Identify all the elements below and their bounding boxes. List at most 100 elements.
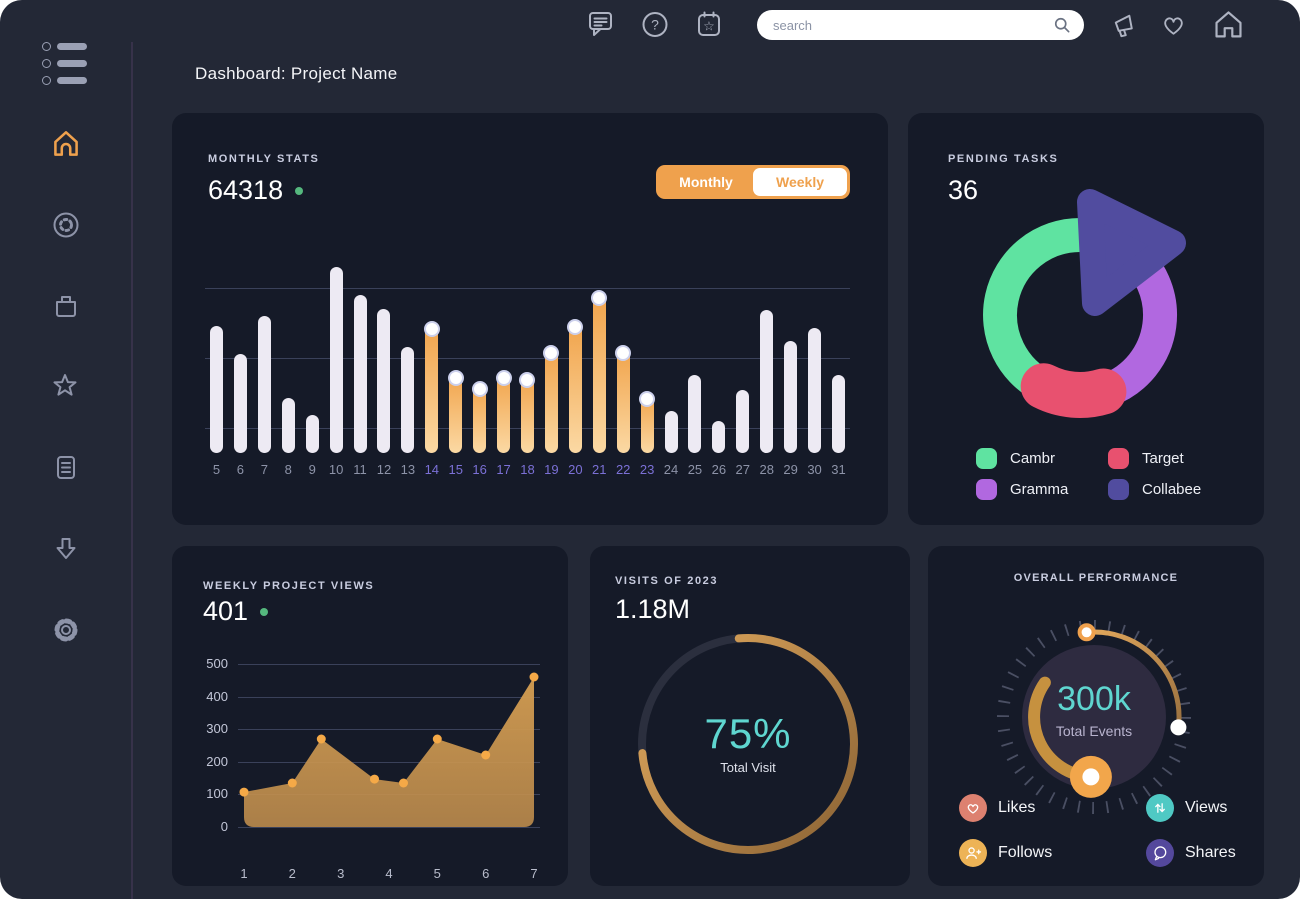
bar[interactable] [497, 375, 510, 453]
sidebar-item-favorites[interactable] [46, 367, 86, 407]
bar-label: 24 [664, 462, 678, 477]
sidebar-item-projects[interactable] [46, 286, 86, 326]
bar-column[interactable]: 30 [803, 263, 826, 478]
x-tick: 7 [530, 866, 537, 881]
toggle-option-monthly[interactable]: Monthly [659, 168, 753, 196]
arrow-down-icon [49, 532, 83, 566]
bar[interactable] [665, 411, 678, 453]
bar-column[interactable]: 24 [660, 263, 683, 478]
bar-column[interactable]: 8 [277, 263, 300, 478]
bar[interactable] [593, 295, 606, 453]
help-icon[interactable]: ? [638, 8, 672, 42]
bar[interactable] [354, 295, 367, 453]
bar[interactable] [832, 375, 845, 453]
bar-label: 22 [616, 462, 630, 477]
bar[interactable] [808, 328, 821, 453]
legend-item: Gramma [976, 479, 1108, 500]
bar[interactable] [330, 267, 343, 453]
search-input[interactable] [771, 17, 1052, 34]
bar-column[interactable]: 17 [492, 263, 515, 478]
bar-column[interactable]: 13 [396, 263, 419, 478]
sidebar-item-downloads[interactable] [46, 529, 86, 569]
bar-column[interactable]: 26 [707, 263, 730, 478]
bar[interactable] [306, 415, 319, 453]
sidebar-item-documents[interactable] [46, 448, 86, 488]
bar-label: 7 [261, 462, 268, 477]
heart-icon[interactable] [1158, 10, 1192, 44]
ring-center-text: 75% Total Visit [704, 710, 791, 775]
legend-item-follows: Follows [959, 839, 1146, 867]
bar-label: 30 [807, 462, 821, 477]
bar-column[interactable]: 31 [827, 263, 850, 478]
bar-dot [639, 391, 655, 407]
donut-legend: Cambr Target Gramma Collabee [976, 448, 1201, 500]
performance-legend: Likes Views Follows Shares [959, 794, 1236, 867]
bar-column[interactable]: 18 [516, 263, 539, 478]
sidebar-item-dashboard[interactable] [46, 205, 86, 245]
bar[interactable] [688, 375, 701, 453]
document-icon [49, 451, 83, 485]
bar[interactable] [282, 398, 295, 453]
bar-label: 28 [759, 462, 773, 477]
megaphone-icon[interactable] [1108, 9, 1142, 43]
bar[interactable] [449, 375, 462, 453]
bar-column[interactable]: 20 [564, 263, 587, 478]
bar-column[interactable]: 10 [325, 263, 348, 478]
toggle-option-weekly[interactable]: Weekly [753, 168, 847, 196]
bar-column[interactable]: 12 [372, 263, 395, 478]
bar-label: 31 [831, 462, 845, 477]
bar-column[interactable]: 27 [731, 263, 754, 478]
bar-column[interactable]: 23 [636, 263, 659, 478]
bar-column[interactable]: 15 [444, 263, 467, 478]
bar-column[interactable]: 14 [420, 263, 443, 478]
bar-column[interactable]: 22 [612, 263, 635, 478]
bar-column[interactable]: 28 [755, 263, 778, 478]
bar[interactable] [736, 390, 749, 453]
bar[interactable] [569, 324, 582, 453]
visits-card: VISITS OF 2023 1.18M 75% Total Visit [590, 546, 910, 886]
bar-label: 16 [472, 462, 486, 477]
bar-label: 20 [568, 462, 582, 477]
message-icon[interactable] [584, 8, 618, 42]
bar-column[interactable]: 5 [205, 263, 228, 478]
bar-column[interactable]: 6 [229, 263, 252, 478]
bar-column[interactable]: 21 [588, 263, 611, 478]
weekly-views-card: WEEKLY PROJECT VIEWS 401 500400300200100… [172, 546, 568, 886]
y-axis-labels: 5004003002001000 [184, 656, 228, 835]
bar-dot [567, 319, 583, 335]
bar[interactable] [760, 310, 773, 453]
sidebar-item-settings[interactable] [46, 610, 86, 650]
bar[interactable] [784, 341, 797, 453]
legend-item: Cambr [976, 448, 1108, 469]
home-icon[interactable] [1210, 7, 1244, 41]
bar-column[interactable]: 9 [301, 263, 324, 478]
gear-icon [49, 613, 83, 647]
y-tick: 400 [184, 689, 228, 705]
svg-text:?: ? [651, 17, 659, 33]
bar[interactable] [545, 350, 558, 453]
bar-column[interactable]: 16 [468, 263, 491, 478]
bar[interactable] [425, 326, 438, 453]
bar-column[interactable]: 19 [540, 263, 563, 478]
calendar-star-icon[interactable]: ☆ [692, 8, 726, 42]
bar[interactable] [401, 347, 414, 453]
bar[interactable] [641, 396, 654, 453]
bar[interactable] [712, 421, 725, 453]
bar[interactable] [234, 354, 247, 453]
bar[interactable] [210, 326, 223, 453]
bar-column[interactable]: 11 [349, 263, 372, 478]
bar[interactable] [473, 386, 486, 453]
gauge-caption: Total Events [1014, 723, 1174, 739]
bar-column[interactable]: 25 [683, 263, 706, 478]
bar-column[interactable]: 29 [779, 263, 802, 478]
bar-label: 15 [448, 462, 462, 477]
sidebar-item-home[interactable] [46, 124, 86, 164]
bar-column[interactable]: 7 [253, 263, 276, 478]
search-icon[interactable] [1052, 15, 1072, 35]
bar[interactable] [617, 350, 630, 453]
bar[interactable] [521, 377, 534, 453]
monthly-stats-card: MONTHLY STATS 64318 Monthly Weekly 56789… [172, 113, 888, 525]
bar-label: 26 [712, 462, 726, 477]
bar[interactable] [377, 309, 390, 453]
bar[interactable] [258, 316, 271, 453]
